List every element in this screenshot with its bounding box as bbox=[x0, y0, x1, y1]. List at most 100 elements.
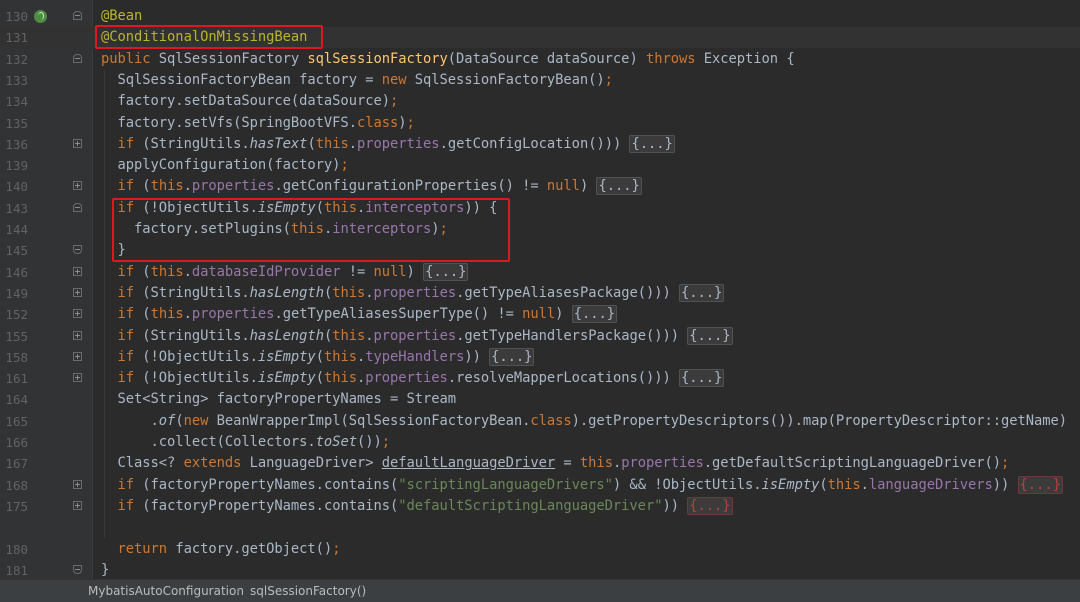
code-line[interactable]: 167 Class<? extends LanguageDriver> defa… bbox=[0, 453, 1080, 474]
line-number[interactable]: 175 bbox=[0, 496, 28, 517]
fold-collapse-icon[interactable] bbox=[73, 564, 82, 574]
line-number[interactable]: 143 bbox=[0, 198, 28, 219]
code-line[interactable]: 152 if (this.properties.getTypeAliasesSu… bbox=[0, 304, 1080, 325]
fold-expand-icon[interactable] bbox=[73, 373, 82, 383]
code-token: if bbox=[117, 135, 143, 152]
line-number[interactable]: 161 bbox=[0, 368, 28, 389]
code-token: public bbox=[101, 50, 159, 67]
line-number[interactable]: 139 bbox=[0, 155, 28, 176]
folded-block[interactable]: {...} bbox=[1017, 475, 1063, 494]
fold-expand-icon[interactable] bbox=[73, 287, 82, 297]
line-number[interactable]: 140 bbox=[0, 176, 28, 197]
code-line[interactable]: 165 .of(new BeanWrapperImpl(SqlSessionFa… bbox=[0, 411, 1080, 432]
code-line[interactable]: 132 public SqlSessionFactory sqlSessionFa… bbox=[0, 49, 1080, 70]
fold-expand-icon[interactable] bbox=[73, 330, 82, 340]
line-number[interactable]: 149 bbox=[0, 283, 28, 304]
code-line[interactable]: 180 return factory.getObject(); bbox=[0, 539, 1080, 560]
code-editor[interactable]: 130 @Bean 131 @ConditionalOnMissingBean 132 p… bbox=[0, 0, 1080, 579]
fold-collapse-icon[interactable] bbox=[73, 202, 82, 212]
code-line[interactable]: 149 if (StringUtils.hasLength(this.prope… bbox=[0, 283, 1080, 304]
code-line[interactable] bbox=[0, 517, 1080, 538]
line-number[interactable]: 133 bbox=[0, 70, 28, 91]
code-token: isEmpty bbox=[257, 370, 316, 387]
line-number[interactable]: 181 bbox=[0, 560, 28, 581]
line-number[interactable]: 131 bbox=[0, 27, 28, 48]
code-line[interactable]: 155 if (StringUtils.hasLength(this.prope… bbox=[0, 326, 1080, 347]
code-token: this bbox=[150, 263, 184, 280]
line-number[interactable]: 132 bbox=[0, 49, 28, 70]
code-token: ( bbox=[307, 135, 316, 152]
line-number[interactable]: 168 bbox=[0, 475, 28, 496]
code-line[interactable]: 133 SqlSessionFactoryBean factory = new … bbox=[0, 70, 1080, 91]
folded-block[interactable]: {...} bbox=[679, 283, 725, 302]
code-line[interactable]: 164 Set<String> factoryPropertyNames = S… bbox=[0, 389, 1080, 410]
folded-block[interactable]: {...} bbox=[629, 134, 675, 153]
code-token: (StringUtils. bbox=[142, 284, 250, 301]
fold-expand-icon[interactable] bbox=[73, 138, 82, 148]
breadcrumb-method[interactable]: sqlSessionFactory() bbox=[250, 584, 366, 598]
code-line[interactable]: 135 factory.setVfs(SpringBootVFS.class); bbox=[0, 113, 1080, 134]
code-token: . bbox=[356, 348, 366, 365]
code-line[interactable]: 158 if (!ObjectUtils.isEmpty(this.typeHa… bbox=[0, 347, 1080, 368]
line-number[interactable]: 164 bbox=[0, 389, 28, 410]
line-number[interactable]: 146 bbox=[0, 262, 28, 283]
code-line[interactable]: 166 .collect(Collectors.toSet()); bbox=[0, 432, 1080, 453]
folded-block[interactable]: {...} bbox=[596, 177, 642, 196]
code-token: this bbox=[579, 455, 613, 472]
code-token: = bbox=[555, 455, 580, 472]
line-number[interactable]: 130 bbox=[0, 6, 28, 27]
breadcrumb-class[interactable]: MybatisAutoConfiguration bbox=[88, 584, 244, 598]
code-line[interactable]: 140 if (this.properties.getConfiguration… bbox=[0, 176, 1080, 197]
fold-expand-icon[interactable] bbox=[73, 181, 82, 191]
fold-expand-icon[interactable] bbox=[73, 479, 82, 489]
code-line[interactable]: 175 if (factoryPropertyNames.contains("d… bbox=[0, 496, 1080, 517]
line-number[interactable]: 152 bbox=[0, 304, 28, 325]
code-token: . bbox=[860, 476, 869, 493]
folded-block[interactable]: {...} bbox=[687, 496, 733, 515]
folded-block[interactable]: {...} bbox=[679, 369, 725, 388]
code-line[interactable]: 139 applyConfiguration(factory); bbox=[0, 155, 1080, 176]
code-token: .getDefaultScriptingLanguageDriver() bbox=[703, 455, 1002, 472]
line-number[interactable]: 180 bbox=[0, 539, 28, 560]
fold-collapse-icon[interactable] bbox=[73, 11, 82, 20]
line-number[interactable]: 136 bbox=[0, 134, 28, 155]
code-line[interactable]: 130 @Bean bbox=[0, 6, 1080, 27]
line-number[interactable]: 135 bbox=[0, 113, 28, 134]
line-number[interactable]: 158 bbox=[0, 347, 28, 368]
fold-expand-icon[interactable] bbox=[73, 500, 82, 510]
code-token: if bbox=[117, 178, 143, 195]
line-number[interactable]: 134 bbox=[0, 91, 28, 112]
line-number[interactable]: 145 bbox=[0, 240, 28, 261]
code-line[interactable]: 136 if (StringUtils.hasText(this.propert… bbox=[0, 134, 1080, 155]
fold-collapse-icon[interactable] bbox=[73, 245, 82, 255]
line-number[interactable]: 167 bbox=[0, 453, 28, 474]
code-token: . bbox=[183, 263, 192, 280]
folded-block[interactable]: {...} bbox=[571, 305, 617, 324]
fold-expand-icon[interactable] bbox=[73, 309, 82, 319]
line-number[interactable]: 155 bbox=[0, 326, 28, 347]
fold-expand-icon[interactable] bbox=[73, 351, 82, 361]
line-number[interactable]: 166 bbox=[0, 432, 28, 453]
code-line[interactable]: 146 if (this.databaseIdProvider != null)… bbox=[0, 262, 1080, 283]
spring-bean-icon[interactable] bbox=[34, 10, 47, 23]
code-line[interactable]: 161 if (!ObjectUtils.isEmpty(this.proper… bbox=[0, 368, 1080, 389]
fold-expand-icon[interactable] bbox=[73, 266, 82, 276]
code-token: properties bbox=[357, 135, 440, 152]
folded-block[interactable]: {...} bbox=[423, 262, 469, 281]
code-token: isEmpty bbox=[761, 476, 820, 493]
line-number[interactable]: 165 bbox=[0, 411, 28, 432]
code-token: if bbox=[117, 370, 143, 387]
code-token: properties bbox=[621, 455, 704, 472]
code-token: extends bbox=[183, 455, 250, 472]
code-line[interactable]: 181} bbox=[0, 560, 1080, 581]
folded-block[interactable]: {...} bbox=[489, 347, 535, 366]
code-text: factory.setVfs(SpringBootVFS.class); bbox=[101, 113, 415, 134]
code-token: defaultLanguageDriver bbox=[381, 455, 556, 472]
code-token: factory.setDataSource(dataSource) bbox=[101, 93, 391, 110]
code-line[interactable]: 134 factory.setDataSource(dataSource); bbox=[0, 91, 1080, 112]
code-line[interactable]: 168 if (factoryPropertyNames.contains("s… bbox=[0, 475, 1080, 496]
line-number[interactable]: 144 bbox=[0, 219, 28, 240]
folded-block[interactable]: {...} bbox=[687, 326, 733, 345]
fold-collapse-icon[interactable] bbox=[73, 53, 82, 63]
